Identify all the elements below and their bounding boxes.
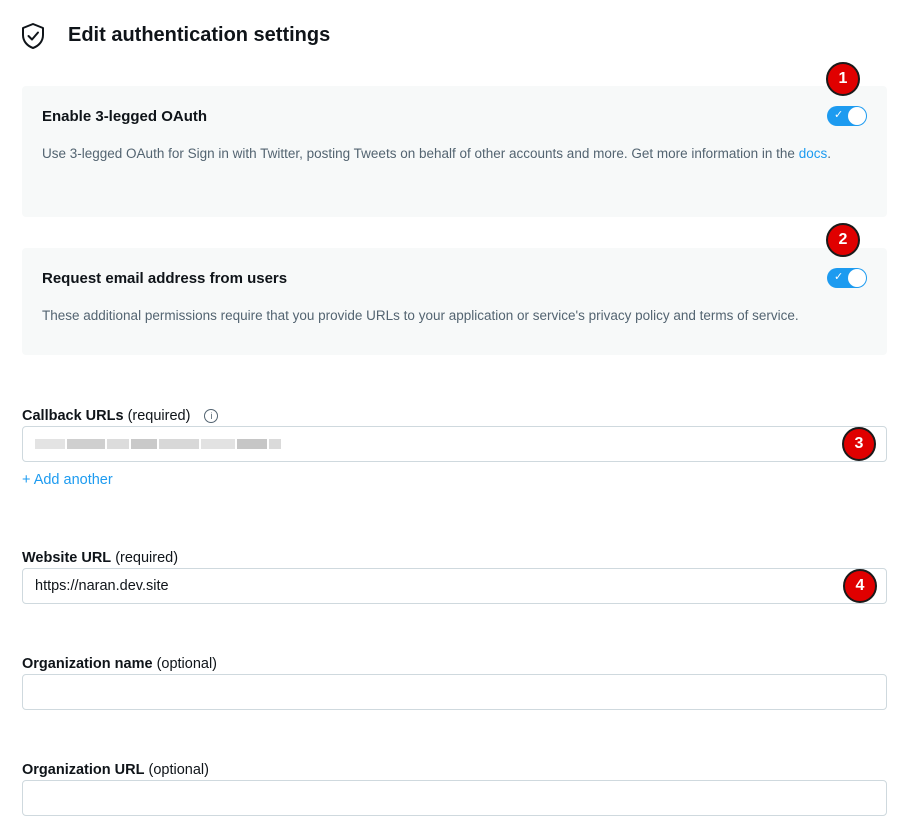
- callback-urls-label: Callback URLs (required) i: [22, 408, 219, 424]
- shield-check-icon: [22, 23, 44, 49]
- callback-label-text: Callback URLs: [22, 408, 124, 424]
- org-url-label-text: Organization URL: [22, 762, 145, 778]
- description-period: .: [827, 146, 831, 161]
- page-header: Edit authentication settings: [20, 20, 330, 52]
- docs-link[interactable]: docs: [799, 146, 828, 161]
- toggle-knob: [848, 107, 866, 125]
- callback-url-input[interactable]: [22, 426, 887, 462]
- oauth-setting-card: Enable 3-legged OAuth ✓ Use 3-legged OAu…: [22, 86, 887, 217]
- organization-url-input[interactable]: [22, 780, 887, 816]
- organization-url-label: Organization URL (optional): [22, 762, 209, 778]
- website-url-label: Website URL (required): [22, 550, 178, 566]
- email-setting-title: Request email address from users: [42, 270, 288, 287]
- website-url-value: https://naran.dev.site: [35, 578, 169, 594]
- organization-name-input[interactable]: [22, 674, 887, 710]
- oauth-toggle[interactable]: ✓: [827, 106, 867, 126]
- toggle-knob: [848, 269, 866, 287]
- add-another-link[interactable]: + Add another: [22, 472, 113, 488]
- organization-name-label: Organization name (optional): [22, 656, 217, 672]
- annotation-badge-4: 4: [843, 569, 877, 603]
- oauth-setting-title: Enable 3-legged OAuth: [42, 108, 208, 125]
- email-setting-card: Request email address from users ✓ These…: [22, 248, 887, 355]
- page-title: Edit authentication settings: [68, 24, 331, 46]
- org-url-qualifier: (optional): [148, 762, 209, 778]
- annotation-badge-1: 1: [826, 62, 860, 96]
- redacted-value: [35, 439, 281, 449]
- annotation-badge-2: 2: [826, 223, 860, 257]
- email-setting-description: These additional permissions require tha…: [42, 308, 799, 323]
- annotation-badge-3: 3: [842, 427, 876, 461]
- callback-qualifier: (required): [127, 408, 191, 424]
- email-toggle[interactable]: ✓: [827, 268, 867, 288]
- check-icon: ✓: [834, 270, 844, 283]
- org-name-label-text: Organization name: [22, 656, 153, 672]
- website-qualifier: (required): [115, 550, 179, 566]
- website-label-text: Website URL: [22, 550, 112, 566]
- info-icon[interactable]: i: [204, 409, 219, 423]
- oauth-setting-description: Use 3-legged OAuth for Sign in with Twit…: [42, 142, 847, 166]
- website-url-input[interactable]: https://naran.dev.site: [22, 568, 887, 604]
- org-name-qualifier: (optional): [156, 656, 218, 672]
- check-icon: ✓: [834, 108, 844, 121]
- oauth-description-text: Use 3-legged OAuth for Sign in with Twit…: [42, 146, 795, 161]
